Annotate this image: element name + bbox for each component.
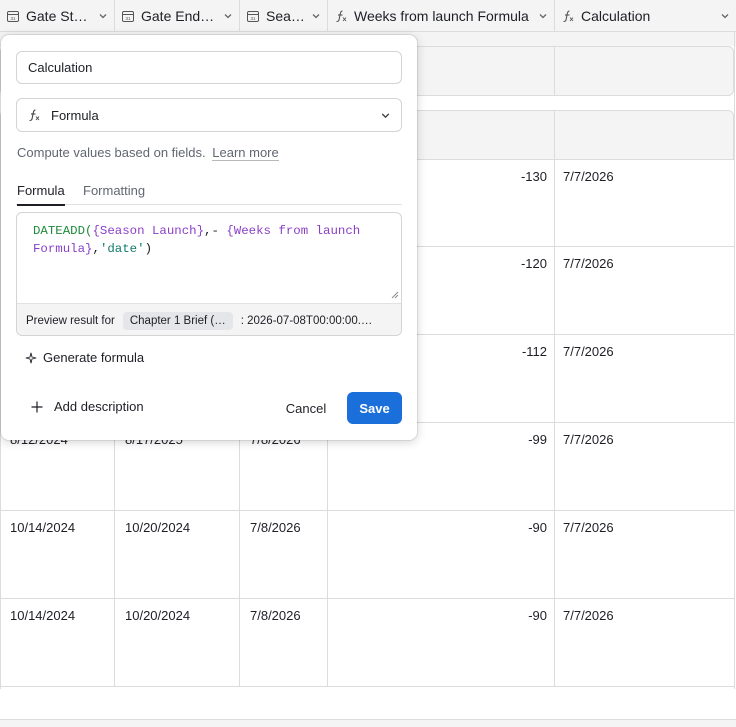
cell-gate-start[interactable]: 10/14/2024 bbox=[0, 599, 115, 687]
field-name-input[interactable] bbox=[16, 51, 402, 84]
svg-text:31: 31 bbox=[10, 16, 16, 21]
calendar-icon: 31 bbox=[247, 11, 259, 22]
formula-code[interactable]: DATEADD({Season Launch},- {Weeks from la… bbox=[33, 222, 373, 258]
column-header-gate-end[interactable]: 31 Gate End … bbox=[115, 0, 240, 32]
column-header-label: Gate End … bbox=[141, 8, 217, 24]
add-description-label: Add description bbox=[54, 399, 144, 414]
group-divider bbox=[554, 111, 555, 161]
calendar-icon: 31 bbox=[122, 11, 134, 22]
plus-icon bbox=[31, 401, 43, 412]
formula-close: ) bbox=[144, 242, 152, 256]
column-header-calculation[interactable]: Calculation bbox=[555, 0, 736, 32]
formula-editor[interactable]: DATEADD({Season Launch},- {Weeks from la… bbox=[16, 212, 402, 336]
column-header-gate-start[interactable]: 31 Gate Sta… bbox=[0, 0, 115, 32]
column-header-label: Sea… bbox=[266, 8, 305, 24]
table-row[interactable]: 10/14/2024 10/20/2024 7/8/2026 -90 7/7/2… bbox=[0, 599, 734, 687]
column-header-weeks-formula[interactable]: Weeks from launch Formula bbox=[328, 0, 555, 32]
chevron-down-icon bbox=[224, 14, 232, 19]
formula-operator: ,- bbox=[204, 224, 227, 238]
formula-field-ref: {Weeks from launch bbox=[226, 224, 361, 238]
chevron-down-icon bbox=[99, 14, 107, 19]
cell-season[interactable]: 7/8/2026 bbox=[240, 511, 328, 599]
cell-calculation[interactable]: 7/7/2026 bbox=[555, 511, 734, 599]
cell-gate-end[interactable]: 10/20/2024 bbox=[115, 599, 240, 687]
cell-calculation[interactable]: 7/7/2026 bbox=[555, 599, 734, 687]
cell-calculation[interactable]: 7/7/2026 bbox=[555, 335, 734, 423]
cell-season[interactable]: 7/8/2026 bbox=[240, 599, 328, 687]
save-button[interactable]: Save bbox=[347, 392, 402, 424]
generate-formula-button[interactable]: Generate formula bbox=[25, 350, 144, 365]
field-config-popover: Formula Compute values based on fields. … bbox=[1, 35, 417, 440]
config-tabs: Formula Formatting bbox=[16, 181, 402, 206]
formula-field-ref: Formula} bbox=[33, 242, 93, 256]
grid-border bbox=[734, 32, 735, 689]
calendar-icon: 31 bbox=[7, 11, 19, 22]
field-type-description: Compute values based on fields. Learn mo… bbox=[17, 145, 279, 161]
column-header-season[interactable]: 31 Sea… bbox=[240, 0, 328, 32]
grid-header: 31 Gate Sta… 31 Gate End … 31 Sea… Weeks… bbox=[0, 0, 736, 32]
tab-formula[interactable]: Formula bbox=[17, 183, 65, 206]
cell-calculation[interactable]: 7/7/2026 bbox=[555, 247, 734, 335]
formula-field-ref: {Season Launch} bbox=[92, 224, 205, 238]
grid-footer bbox=[0, 719, 736, 727]
formula-separator: , bbox=[92, 242, 100, 256]
preview-label: Preview result for bbox=[26, 314, 115, 327]
cancel-button[interactable]: Cancel bbox=[276, 392, 336, 424]
svg-text:31: 31 bbox=[125, 16, 131, 21]
field-type-label: Formula bbox=[51, 107, 99, 123]
svg-text:31: 31 bbox=[250, 16, 256, 21]
formula-function: DATEADD( bbox=[33, 224, 93, 238]
chevron-down-icon bbox=[381, 112, 390, 118]
formula-icon bbox=[563, 10, 574, 23]
cell-gate-start[interactable]: 10/14/2024 bbox=[0, 511, 115, 599]
cell-calculation[interactable]: 7/7/2026 bbox=[555, 160, 734, 248]
field-type-select[interactable]: Formula bbox=[16, 98, 402, 132]
generate-formula-label: Generate formula bbox=[43, 350, 145, 365]
description-text: Compute values based on fields. bbox=[17, 145, 206, 160]
table-row[interactable]: 10/14/2024 10/20/2024 7/8/2026 -90 7/7/2… bbox=[0, 511, 734, 599]
group-divider bbox=[554, 47, 555, 95]
learn-more-link[interactable]: Learn more bbox=[212, 145, 279, 161]
tab-formatting[interactable]: Formatting bbox=[83, 183, 145, 204]
preview-bar: Preview result for Chapter 1 Brief (… : … bbox=[17, 303, 401, 335]
column-header-label: Weeks from launch Formula bbox=[354, 8, 529, 24]
cell-weeks-formula[interactable]: -90 bbox=[328, 511, 555, 599]
add-description-button[interactable]: Add description bbox=[30, 399, 144, 414]
column-header-label: Gate Sta… bbox=[26, 8, 92, 24]
cell-calculation[interactable]: 7/7/2026 bbox=[555, 423, 734, 511]
cell-weeks-formula[interactable]: -90 bbox=[328, 599, 555, 687]
formula-string: 'date' bbox=[99, 242, 145, 256]
sparkle-icon bbox=[25, 352, 37, 363]
cell-gate-end[interactable]: 10/20/2024 bbox=[115, 511, 240, 599]
column-header-label: Calculation bbox=[581, 8, 651, 24]
preview-value: : 2026-07-08T00:00:00.… bbox=[240, 314, 373, 327]
chevron-down-icon bbox=[539, 14, 547, 19]
chevron-down-icon bbox=[721, 14, 729, 19]
chevron-down-icon bbox=[312, 14, 320, 19]
formula-icon bbox=[29, 109, 40, 122]
formula-icon bbox=[336, 10, 347, 23]
preview-record-chip[interactable]: Chapter 1 Brief (… bbox=[122, 311, 233, 330]
resize-handle-icon[interactable] bbox=[391, 291, 399, 299]
